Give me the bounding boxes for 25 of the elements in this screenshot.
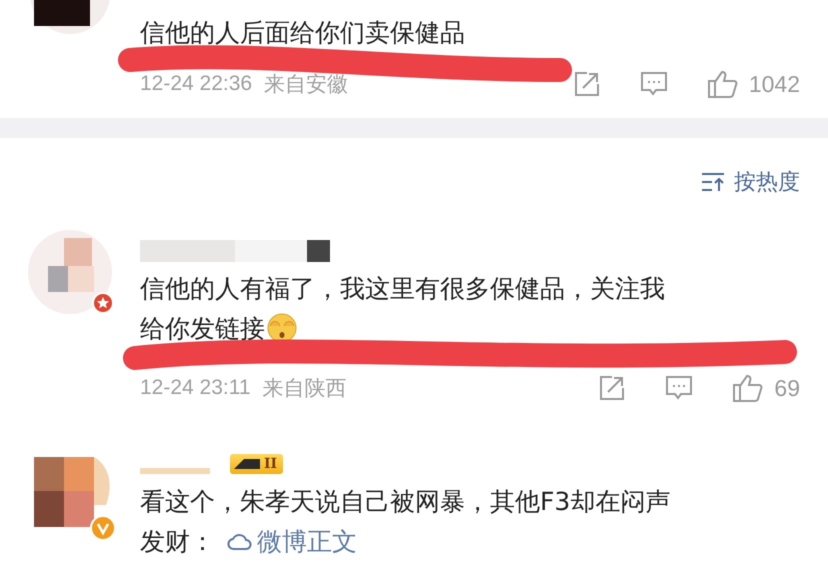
comment-icon[interactable]	[638, 70, 669, 98]
comment-location: 来自安徽	[264, 71, 348, 98]
comment-time: 12-24 22:36	[140, 72, 252, 96]
thumbs-up-icon[interactable]	[706, 69, 739, 99]
comment-text: 看这个，朱孝天说自己被网暴，其他F3却在闷声	[140, 486, 670, 518]
share-icon[interactable]	[598, 374, 626, 402]
level-badge: II	[230, 454, 284, 474]
comment-location: 来自陕西	[262, 375, 347, 402]
sort-icon[interactable]	[700, 171, 726, 193]
share-icon[interactable]	[572, 70, 601, 98]
cloud-icon[interactable]	[227, 531, 253, 551]
weibo-post-link[interactable]: 微博正文	[227, 524, 357, 558]
blurred-username	[140, 468, 210, 474]
comment-text: 发财：	[140, 526, 215, 558]
like-button[interactable]: 1042	[706, 69, 800, 99]
sort-button[interactable]: 按热度	[700, 167, 800, 197]
comment-text: 给你发链接	[140, 312, 265, 344]
comment-time: 12-24 23:11	[140, 376, 251, 400]
verified-badge-icon	[90, 515, 116, 541]
comment-text: 信他的人有福了，我这里有很多保健品，关注我	[140, 272, 665, 304]
star-badge-icon	[92, 292, 114, 314]
like-button[interactable]: 69	[732, 373, 800, 403]
comment-text: 信他的人后面给你们卖保健品	[140, 16, 465, 48]
comment-icon[interactable]	[664, 374, 694, 402]
thumbs-up-icon[interactable]	[732, 373, 764, 403]
